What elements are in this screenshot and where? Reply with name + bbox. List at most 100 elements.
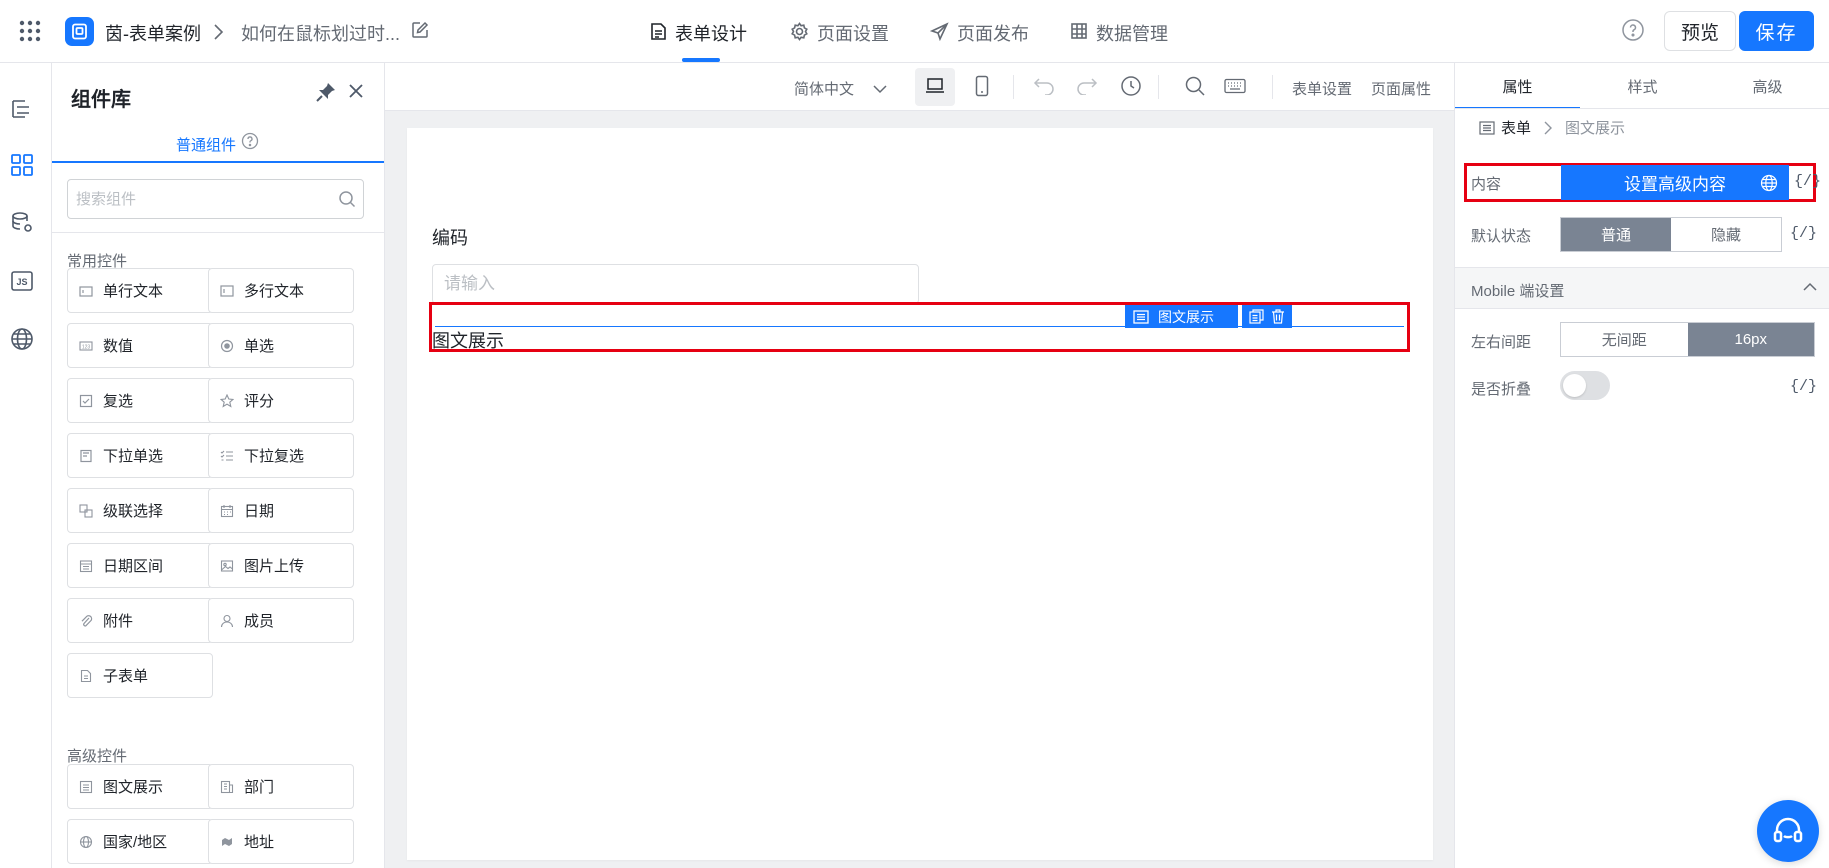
desktop-icon[interactable] (925, 77, 945, 95)
svg-text:123: 123 (82, 344, 91, 350)
component-member[interactable]: 成员 (208, 598, 354, 643)
javascript-icon[interactable]: JS (10, 269, 34, 293)
tab-underline (52, 161, 384, 163)
component-checkbox[interactable]: 复选 (67, 378, 213, 423)
breadcrumb-parent[interactable]: 表单 (1501, 117, 1531, 138)
component-search (67, 179, 364, 219)
divider (1455, 108, 1829, 109)
headset-icon (1773, 817, 1803, 843)
preview-button[interactable]: 预览 (1664, 11, 1736, 51)
tab-page-publish[interactable]: 页面发布 (930, 20, 1029, 63)
component-attachment[interactable]: 附件 (67, 598, 213, 643)
tab-page-settings[interactable]: 页面设置 (790, 20, 889, 63)
rich-text-icon (1133, 309, 1149, 324)
search-icon[interactable] (1184, 75, 1206, 97)
toolbar-separator (1158, 75, 1159, 99)
outline-tree-icon[interactable] (10, 97, 34, 121)
mobile-icon[interactable] (975, 75, 989, 97)
component-label: 日期区间 (103, 558, 164, 575)
padding-option-none[interactable]: 无间距 (1561, 323, 1688, 356)
component-date[interactable]: 日期 (208, 488, 354, 533)
gear-icon (790, 22, 809, 41)
chevron-up-icon[interactable] (1803, 282, 1817, 292)
collapse-toggle[interactable] (1560, 371, 1610, 400)
tab-properties[interactable]: 属性 (1455, 76, 1580, 97)
code-binding-icon[interactable]: {/} (1794, 173, 1821, 190)
save-button[interactable]: 保存 (1739, 11, 1814, 51)
component-subform[interactable]: 子表单 (67, 653, 213, 698)
component-country-region[interactable]: 国家/地区 (67, 819, 213, 864)
star-icon (220, 393, 234, 408)
tab-advanced[interactable]: 高级 (1705, 76, 1829, 97)
component-radio[interactable]: 单选 (208, 323, 354, 368)
code-field (432, 264, 919, 304)
globe-icon[interactable] (1760, 174, 1778, 192)
set-advanced-content-button[interactable]: 设置高级内容 (1561, 165, 1789, 200)
map-icon (222, 837, 232, 846)
component-rating[interactable]: 评分 (208, 378, 354, 423)
selected-component-highlight[interactable]: 图文展示 图文展示 (429, 302, 1410, 352)
close-icon[interactable] (347, 82, 365, 100)
history-icon[interactable] (1120, 75, 1142, 97)
tab-form-design[interactable]: 表单设计 (650, 20, 747, 63)
tab-style[interactable]: 样式 (1580, 76, 1705, 97)
component-address[interactable]: 地址 (208, 819, 354, 864)
padding-option-16px[interactable]: 16px (1687, 323, 1814, 356)
language-select[interactable]: 简体中文 (794, 78, 888, 99)
search-input[interactable] (76, 180, 326, 218)
components-icon[interactable] (10, 153, 34, 177)
tab-label: 页面设置 (817, 24, 889, 44)
component-date-range[interactable]: 日期区间 (67, 543, 213, 588)
help-icon[interactable] (1621, 18, 1645, 42)
redo-icon[interactable] (1076, 77, 1098, 95)
component-label: 单行文本 (103, 283, 164, 300)
design-canvas: 简体中文 表单设置 页面属性 编码 请输入 图文展示 图文展示 (385, 63, 1454, 868)
page-properties-button[interactable]: 页面属性 (1371, 78, 1431, 99)
state-option-hidden[interactable]: 隐藏 (1671, 218, 1781, 251)
page-name[interactable]: 如何在鼠标划过时... (241, 20, 400, 46)
component-rich-text[interactable]: 图文展示 (67, 764, 213, 809)
code-binding-icon[interactable]: {/} (1790, 225, 1817, 242)
image-icon (220, 559, 234, 572)
data-source-icon[interactable] (10, 211, 34, 235)
component-dropdown-multi[interactable]: 下拉复选 (208, 433, 354, 478)
tab-label: 页面发布 (957, 24, 1029, 44)
component-image-upload[interactable]: 图片上传 (208, 543, 354, 588)
user-icon (220, 614, 234, 627)
globe-icon[interactable] (10, 327, 34, 351)
component-multi-line-text[interactable]: 多行文本 (208, 268, 354, 313)
component-dropdown-single[interactable]: 下拉单选 (67, 433, 213, 478)
rich-text-icon (79, 780, 93, 793)
undo-icon[interactable] (1033, 77, 1055, 95)
search-icon[interactable] (338, 190, 356, 208)
collapse-label: 是否折叠 (1471, 381, 1532, 398)
component-number[interactable]: 123 数值 (67, 323, 213, 368)
keyboard-icon[interactable] (1224, 78, 1246, 94)
component-department[interactable]: 部门 (208, 764, 354, 809)
rich-text-icon (1479, 120, 1495, 135)
component-single-line-text[interactable]: 单行文本 (67, 268, 213, 313)
component-cascade[interactable]: 级联选择 (67, 488, 213, 533)
app-logo-icon[interactable] (65, 17, 94, 46)
component-label: 单选 (244, 338, 275, 355)
customer-service-button[interactable] (1757, 800, 1819, 862)
component-label: 复选 (103, 393, 134, 410)
content-label: 内容 (1471, 176, 1502, 193)
edit-icon[interactable] (411, 21, 429, 39)
form-settings-button[interactable]: 表单设置 (1292, 78, 1352, 99)
copy-icon[interactable] (1249, 309, 1264, 324)
mobile-settings-header[interactable]: Mobile 端设置 (1455, 267, 1829, 309)
tab-data-management[interactable]: 数据管理 (1070, 20, 1168, 63)
app-grid-icon[interactable] (19, 20, 41, 42)
help-icon[interactable] (241, 132, 259, 150)
toolbar-separator (1272, 75, 1273, 99)
pin-icon[interactable] (315, 81, 337, 103)
state-option-normal[interactable]: 普通 (1561, 218, 1671, 251)
code-binding-icon[interactable]: {/} (1790, 378, 1817, 395)
table-icon (1070, 22, 1088, 40)
document-icon (650, 22, 667, 41)
delete-icon[interactable] (1271, 309, 1285, 324)
app-name[interactable]: 茵-表单案例 (105, 20, 201, 46)
divider (52, 232, 384, 233)
code-input[interactable] (433, 265, 918, 303)
